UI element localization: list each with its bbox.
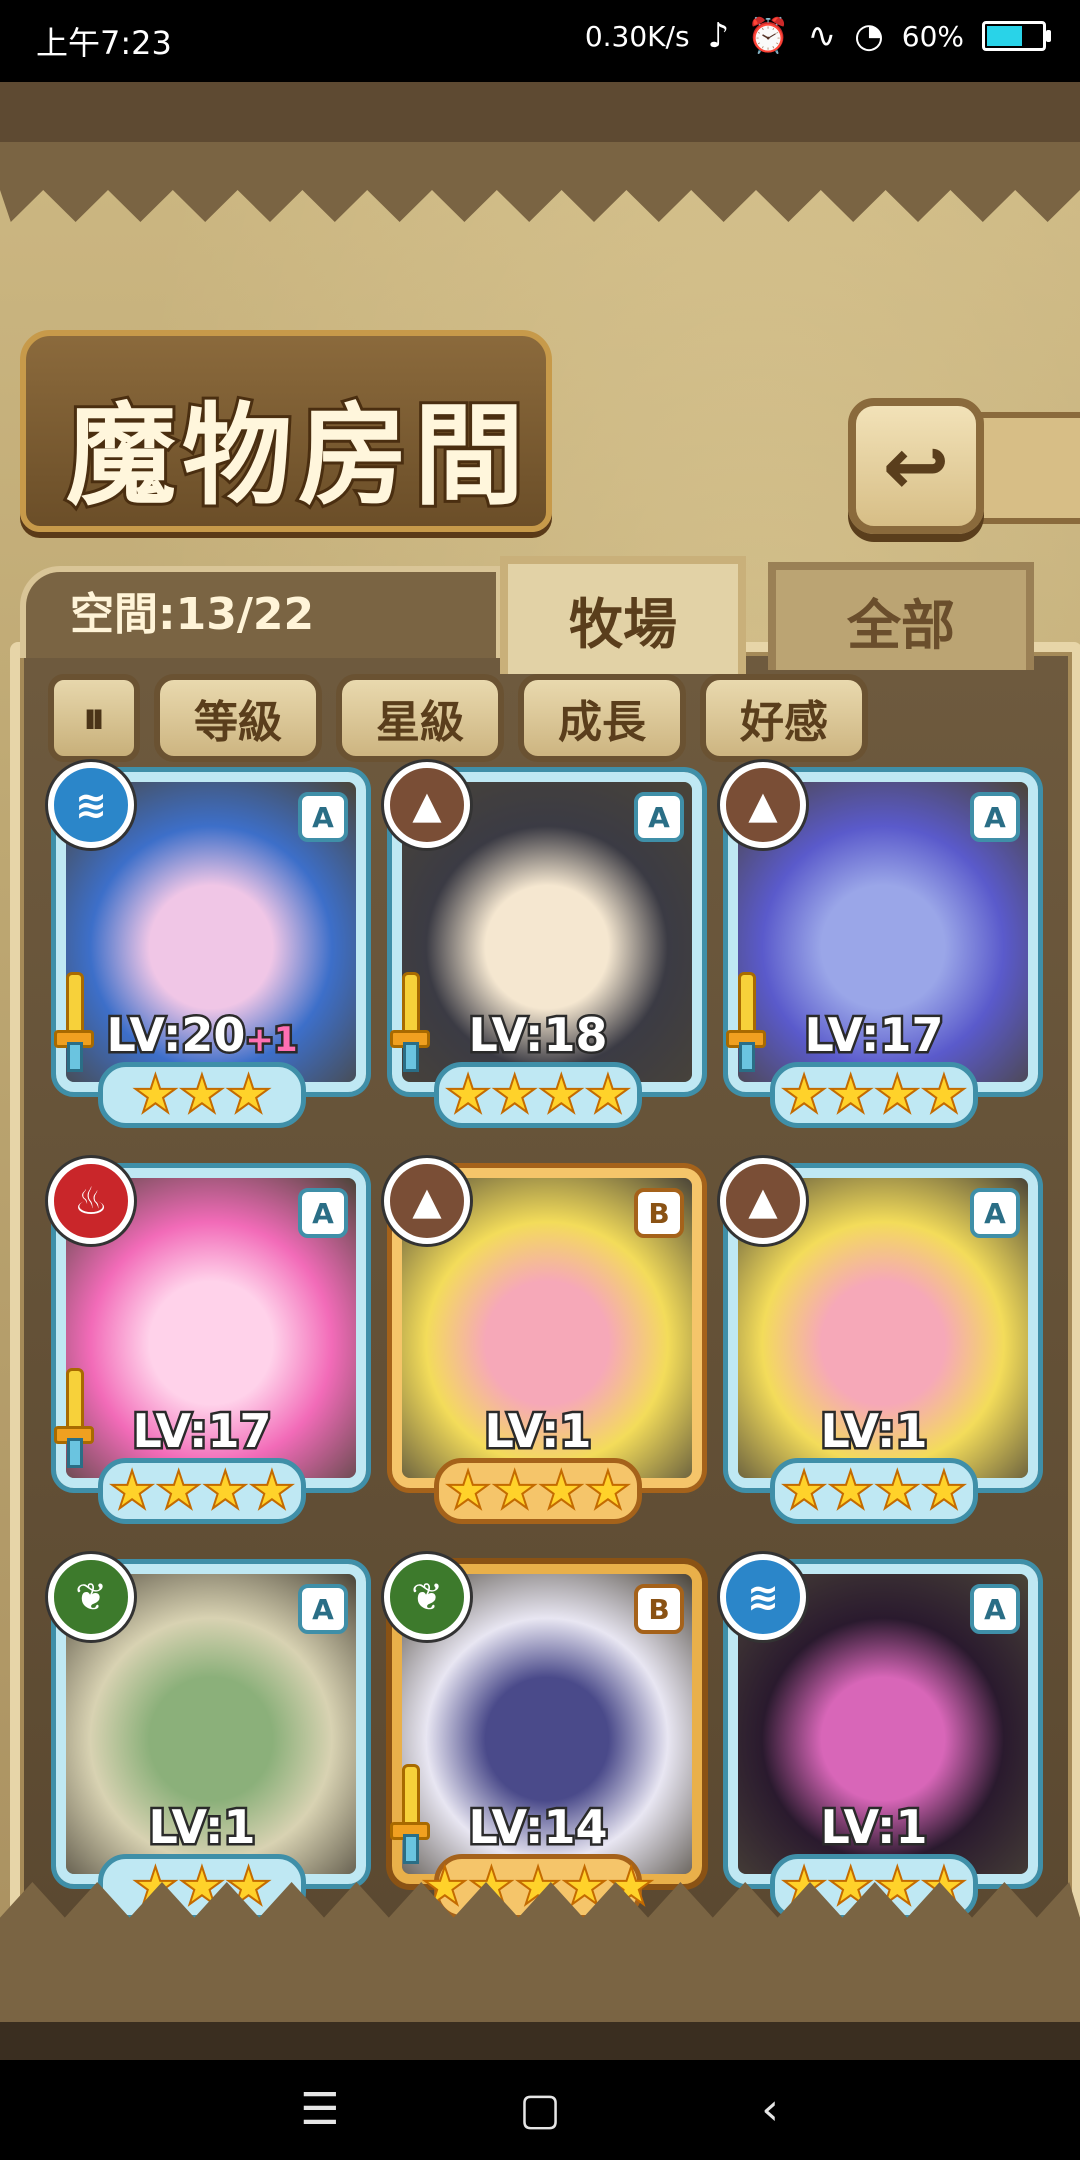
- level-label: LV:17: [130, 1402, 274, 1461]
- sword-icon: [54, 972, 94, 1072]
- back-arrow-icon: ↩: [882, 419, 950, 513]
- star-icons: ★★★★: [444, 1461, 632, 1521]
- sword-icon: [390, 1764, 430, 1864]
- star-icons: ★★★★: [108, 1461, 296, 1521]
- sword-icon: [726, 972, 766, 1072]
- sort-growth-button[interactable]: 成長: [518, 674, 686, 762]
- rank-badge: A: [634, 792, 684, 842]
- mountain-icon: ▲: [720, 762, 806, 848]
- sword-icon: [54, 1368, 94, 1468]
- rank-badge: A: [970, 792, 1020, 842]
- monster-card[interactable]: B LV:1 ▲ ★★★★: [384, 1158, 702, 1524]
- mountain-icon: ▲: [720, 1158, 806, 1244]
- rank-badge: A: [970, 1188, 1020, 1238]
- water-waves-icon: ≋: [720, 1554, 806, 1640]
- level-label: LV:1: [146, 1798, 258, 1857]
- monster-card[interactable]: A LV:20+1 ≋ ★★★: [48, 762, 366, 1128]
- star-icons: ★★★★: [780, 1461, 968, 1521]
- level-label: LV:14: [466, 1798, 610, 1857]
- top-border: [0, 82, 1080, 142]
- bottom-border: [0, 2022, 1080, 2060]
- monster-card[interactable]: B LV:14 ❦ ★★★★★: [384, 1554, 702, 1920]
- level-label: LV:1: [818, 1402, 930, 1461]
- sort-star-button[interactable]: 星級: [336, 674, 504, 762]
- level-label: LV:1: [818, 1798, 930, 1857]
- back-tab-strip: [968, 412, 1080, 524]
- top-zigzag-border: [0, 142, 1080, 222]
- tab-all[interactable]: 全部: [768, 562, 1034, 670]
- level-label: LV:18: [466, 1006, 610, 1065]
- star-rating: ★★★★: [770, 1458, 978, 1524]
- level-bonus: +1: [243, 1018, 300, 1063]
- sort-order-toggle[interactable]: ⏸: [48, 674, 140, 762]
- wifi-icon: ◔: [854, 16, 884, 56]
- pause-sort-icon: ⏸: [83, 692, 105, 744]
- monster-card[interactable]: A LV:18 ▲ ★★★★: [384, 762, 702, 1128]
- star-rating: ★★★★: [98, 1458, 306, 1524]
- leaf-icon: ❦: [384, 1554, 470, 1640]
- flame-icon: ♨: [48, 1158, 134, 1244]
- star-icons: ★★★★: [780, 1065, 968, 1125]
- monster-card[interactable]: ALV:1≋★★★★: [720, 1554, 1038, 1920]
- network-speed: 0.30K/s: [584, 19, 690, 53]
- home-square-icon[interactable]: ▢: [510, 2082, 570, 2138]
- signal-pulse-icon: ∿: [807, 16, 837, 56]
- star-rating: ★★★★: [434, 1062, 642, 1128]
- alarm-icon: ⏰: [747, 16, 790, 56]
- music-note-icon: ♪: [707, 16, 730, 56]
- rank-badge: A: [298, 1188, 348, 1238]
- monster-card[interactable]: A LV:1 ❦ ★★★: [48, 1554, 366, 1920]
- star-icons: ★★★★: [444, 1065, 632, 1125]
- sort-row: ⏸ 等級 星級 成長 好感: [48, 674, 868, 762]
- battery-fill: [987, 26, 1022, 46]
- page-title: 魔物房間: [63, 388, 530, 523]
- star-rating: ★★★: [98, 1062, 306, 1128]
- back-chevron-icon[interactable]: ‹: [740, 2082, 800, 2138]
- level-label: LV:20+1: [104, 1006, 300, 1065]
- rank-badge: B: [634, 1584, 684, 1634]
- leaf-icon: ❦: [48, 1554, 134, 1640]
- mountain-icon: ▲: [384, 762, 470, 848]
- game-screen: 魔物房間 ↩ 空間:13/22 牧場 全部 ⏸ 等級 星級 成長 好感 A LV:…: [0, 82, 1080, 2060]
- system-nav-bar: ☰ ▢ ‹: [0, 2060, 1080, 2160]
- rank-badge: A: [298, 1584, 348, 1634]
- status-time: 上午7:23: [36, 24, 172, 62]
- space-counter: 空間:13/22: [70, 589, 315, 640]
- rank-badge: A: [970, 1584, 1020, 1634]
- status-icons: 0.30K/s ♪ ⏰ ∿ ◔ 60%: [584, 16, 1051, 56]
- mountain-icon: ▲: [384, 1158, 470, 1244]
- status-bar: 上午7:23 0.30K/s ♪ ⏰ ∿ ◔ 60%: [0, 0, 1080, 82]
- menu-icon[interactable]: ☰: [290, 2082, 350, 2138]
- star-rating: ★★★★: [434, 1458, 642, 1524]
- star-icons: ★★★: [131, 1065, 273, 1125]
- monster-card[interactable]: A LV:1 ▲ ★★★★: [720, 1158, 1038, 1524]
- monster-card[interactable]: A LV:17 ♨ ★★★★: [48, 1158, 366, 1524]
- battery-icon: [982, 21, 1051, 51]
- star-rating: ★★★★: [770, 1062, 978, 1128]
- level-label: LV:1: [482, 1402, 594, 1461]
- back-button[interactable]: ↩: [848, 398, 984, 534]
- title-plate: 魔物房間: [20, 330, 552, 532]
- water-waves-icon: ≋: [48, 762, 134, 848]
- sort-affection-button[interactable]: 好感: [700, 674, 868, 762]
- sword-icon: [390, 972, 430, 1072]
- sort-level-button[interactable]: 等級: [154, 674, 322, 762]
- battery-percent: 60%: [901, 19, 964, 53]
- monster-card[interactable]: A LV:17 ▲ ★★★★: [720, 762, 1038, 1128]
- rank-badge: B: [634, 1188, 684, 1238]
- tab-ranch[interactable]: 牧場: [500, 556, 746, 674]
- rank-badge: A: [298, 792, 348, 842]
- level-label: LV:17: [802, 1006, 946, 1065]
